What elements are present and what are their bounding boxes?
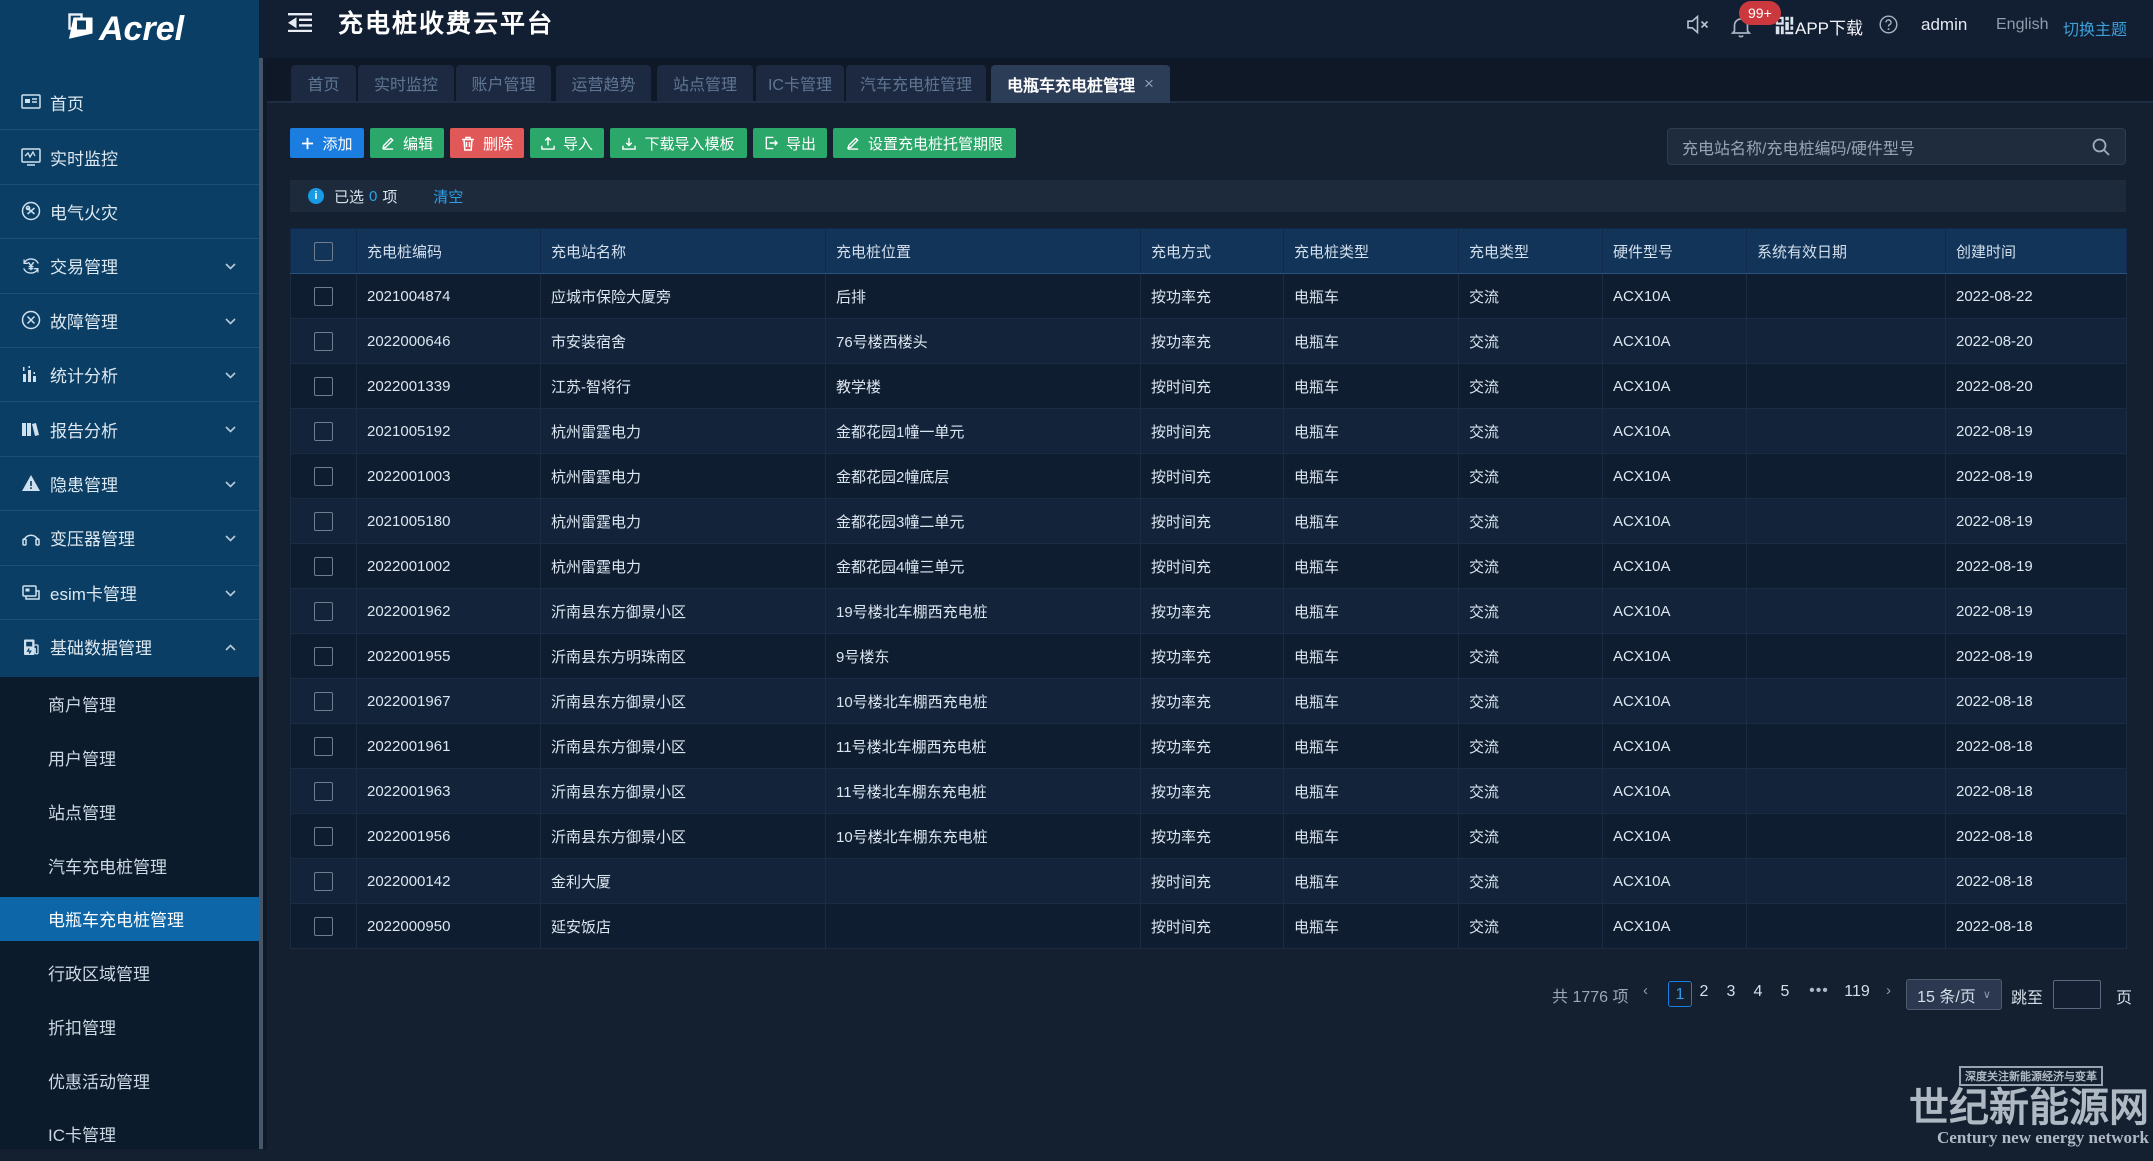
svg-text:Acrel: Acrel — [98, 10, 186, 48]
